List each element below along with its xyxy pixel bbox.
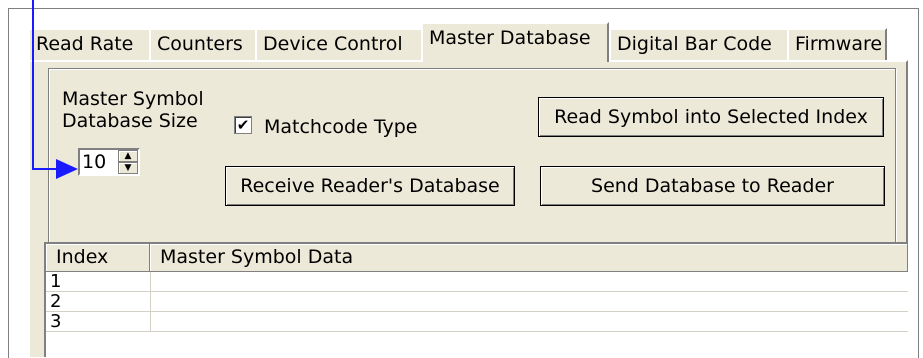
spin-down-icon[interactable]: ▼ <box>118 162 138 174</box>
database-size-spinner[interactable]: 10 ▲ ▼ <box>78 148 140 176</box>
pointer-vertical-line <box>32 0 34 170</box>
table-row[interactable]: 3 <box>46 312 908 332</box>
table-row[interactable]: 1 <box>46 272 908 292</box>
tab-device-control[interactable]: Device Control <box>255 28 423 60</box>
row-data-cell[interactable] <box>150 312 909 332</box>
matchcode-type-label: Matchcode Type <box>264 116 418 138</box>
column-header-master-symbol-data[interactable]: Master Symbol Data <box>150 244 908 272</box>
tab-firmware[interactable]: Firmware <box>787 28 887 60</box>
tab-counters[interactable]: Counters <box>149 28 257 60</box>
send-database-to-reader-button[interactable]: Send Database to Reader <box>540 166 885 206</box>
tab-read-rate[interactable]: Read Rate <box>28 28 151 60</box>
database-size-label-line1: Master Symbol <box>62 88 204 110</box>
row-data-cell[interactable] <box>150 292 909 312</box>
row-data-cell[interactable] <box>150 272 909 292</box>
tab-master-database[interactable]: Master Database <box>421 22 609 62</box>
read-symbol-button[interactable]: Read Symbol into Selected Index <box>538 97 884 137</box>
row-index-cell: 1 <box>50 271 62 292</box>
row-index-cell: 3 <box>50 311 62 332</box>
tab-bar: Read Rate Counters Device Control Master… <box>28 22 908 62</box>
tab-digital-bar-code[interactable]: Digital Bar Code <box>609 28 789 60</box>
checkmark-icon: ✔ <box>236 116 250 134</box>
spin-up-icon[interactable]: ▲ <box>118 150 138 162</box>
spinner-buttons: ▲ ▼ <box>118 150 138 174</box>
database-size-value[interactable]: 10 <box>82 150 106 174</box>
table-row[interactable]: 2 <box>46 292 908 312</box>
right-arrow-icon <box>56 159 78 179</box>
matchcode-type-checkbox[interactable]: ✔ <box>234 116 252 134</box>
row-index-cell: 2 <box>50 291 62 312</box>
receive-readers-database-button[interactable]: Receive Reader's Database <box>225 166 515 206</box>
database-size-label-line2: Database Size <box>62 110 198 132</box>
master-symbol-table[interactable]: Index Master Symbol Data 1 2 3 <box>44 242 908 357</box>
column-header-index[interactable]: Index <box>46 244 150 272</box>
